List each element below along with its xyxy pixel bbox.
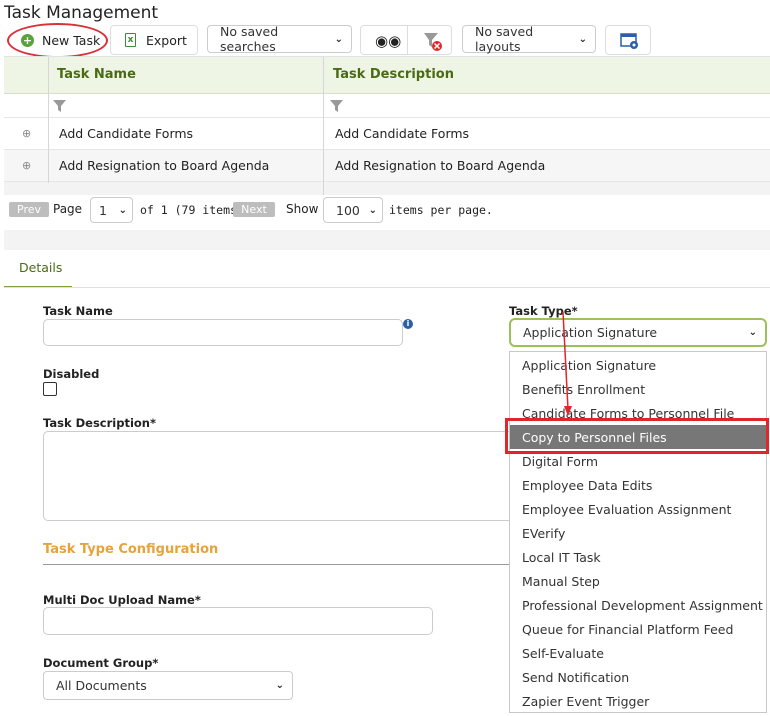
- annotation-arrow: [562, 311, 572, 416]
